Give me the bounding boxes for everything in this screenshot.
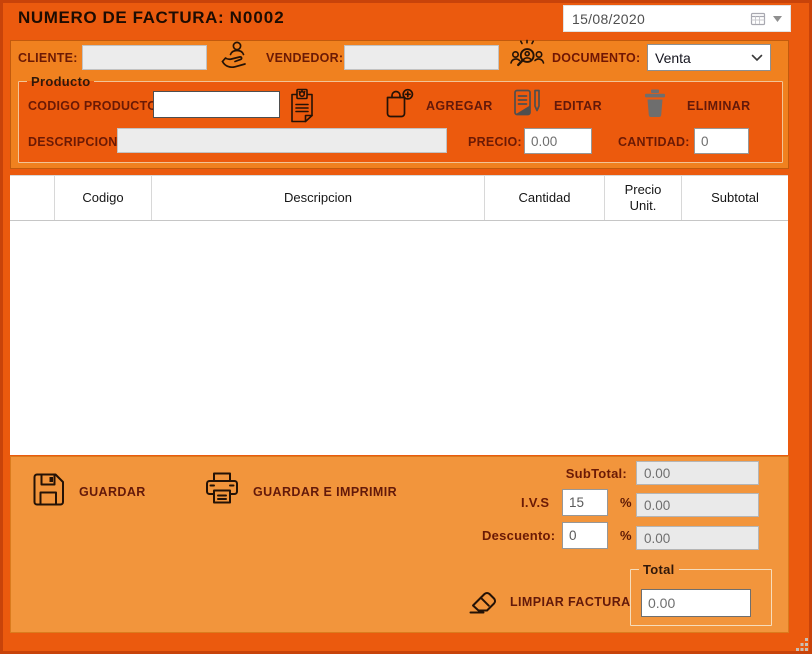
eliminar-button[interactable]: ELIMINAR <box>643 89 751 123</box>
eliminar-label: ELIMINAR <box>687 99 751 113</box>
col-header-descripcion[interactable]: Descripcion <box>152 176 485 220</box>
limpiar-factura-label: LIMPIAR FACTURA <box>510 595 631 609</box>
descuento-display: 0.00 <box>636 526 759 550</box>
guardar-label: GUARDAR <box>79 485 146 499</box>
agregar-label: AGREGAR <box>426 99 493 113</box>
producto-group-label: Producto <box>31 74 91 89</box>
table-body <box>10 222 788 455</box>
vendedor-label: VENDEDOR: <box>266 51 344 65</box>
document-pen-icon <box>512 88 542 124</box>
guardar-imprimir-label: GUARDAR E IMPRIMIR <box>253 484 398 499</box>
bag-plus-icon <box>383 87 414 125</box>
date-picker[interactable]: 15/08/2020 <box>563 5 791 32</box>
ivs-rate-input[interactable] <box>562 489 608 516</box>
col-header-codigo[interactable]: Codigo <box>55 176 152 220</box>
ivs-label: I.V.S <box>521 495 550 510</box>
col-header-precio-unit[interactable]: Precio Unit. <box>605 176 682 220</box>
codigo-producto-label: CODIGO PRODUCTO: <box>28 99 162 113</box>
precio-input[interactable] <box>524 128 592 154</box>
invoice-title-label: NUMERO DE FACTURA: <box>18 8 225 27</box>
cantidad-label: CANTIDAD: <box>618 135 690 149</box>
guardar-button[interactable]: GUARDAR <box>30 470 146 514</box>
product-lookup-button[interactable] <box>288 88 316 128</box>
descuento-percent-label: % <box>620 528 632 543</box>
cliente-label: CLIENTE: <box>18 51 78 65</box>
descripcion-input <box>117 128 447 153</box>
documento-label: DOCUMENTO: <box>552 51 641 65</box>
descuento-rate-input[interactable] <box>562 522 608 549</box>
documento-select[interactable]: Venta <box>647 44 771 71</box>
eraser-icon <box>467 584 502 620</box>
date-value: 15/08/2020 <box>572 10 646 27</box>
documento-value: Venta <box>655 49 691 66</box>
total-input <box>641 589 751 617</box>
page-title: NUMERO DE FACTURA: N0002 <box>18 8 285 28</box>
precio-label: PRECIO: <box>468 135 522 149</box>
editar-button[interactable]: EDITAR <box>512 88 602 124</box>
col-header-row-selector[interactable] <box>10 176 55 220</box>
col-header-cantidad[interactable]: Cantidad <box>485 176 605 220</box>
total-group-label: Total <box>643 562 675 577</box>
trash-icon <box>643 89 667 123</box>
descripcion-label: DESCRIPCION: <box>28 135 122 149</box>
items-table: Codigo Descripcion Cantidad Precio Unit.… <box>10 175 788 455</box>
product-document-icon <box>288 88 316 127</box>
editar-label: EDITAR <box>554 99 602 113</box>
invoice-window: NUMERO DE FACTURA: N0002 15/08/2020 CLIE… <box>0 0 812 654</box>
col-header-subtotal[interactable]: Subtotal <box>682 176 788 220</box>
floppy-disk-icon <box>30 470 67 514</box>
printer-icon <box>203 470 241 513</box>
limpiar-factura-button[interactable]: LIMPIAR FACTURA <box>467 584 631 620</box>
vendor-search-button[interactable] <box>508 39 546 77</box>
date-dropdown-arrow-icon <box>773 15 782 22</box>
subtotal-label: SubTotal: <box>565 466 627 481</box>
subtotal-display: 0.00 <box>636 461 759 485</box>
person-hand-icon <box>219 41 252 75</box>
agregar-button[interactable]: AGREGAR <box>383 87 493 125</box>
invoice-number: N0002 <box>229 8 285 27</box>
cantidad-input[interactable] <box>694 128 749 154</box>
client-search-button[interactable] <box>219 40 252 76</box>
resize-grip[interactable] <box>796 638 809 654</box>
ivs-percent-label: % <box>620 495 632 510</box>
descuento-label: Descuento: <box>482 528 556 543</box>
chevron-down-icon <box>751 54 763 62</box>
calendar-icon <box>750 11 767 26</box>
ivs-display: 0.00 <box>636 493 759 517</box>
cliente-input <box>82 45 207 70</box>
codigo-producto-input[interactable] <box>153 91 280 118</box>
guardar-imprimir-button[interactable]: GUARDAR E IMPRIMIR <box>203 470 397 513</box>
table-header-row: Codigo Descripcion Cantidad Precio Unit.… <box>10 175 788 221</box>
vendedor-input <box>344 45 499 70</box>
